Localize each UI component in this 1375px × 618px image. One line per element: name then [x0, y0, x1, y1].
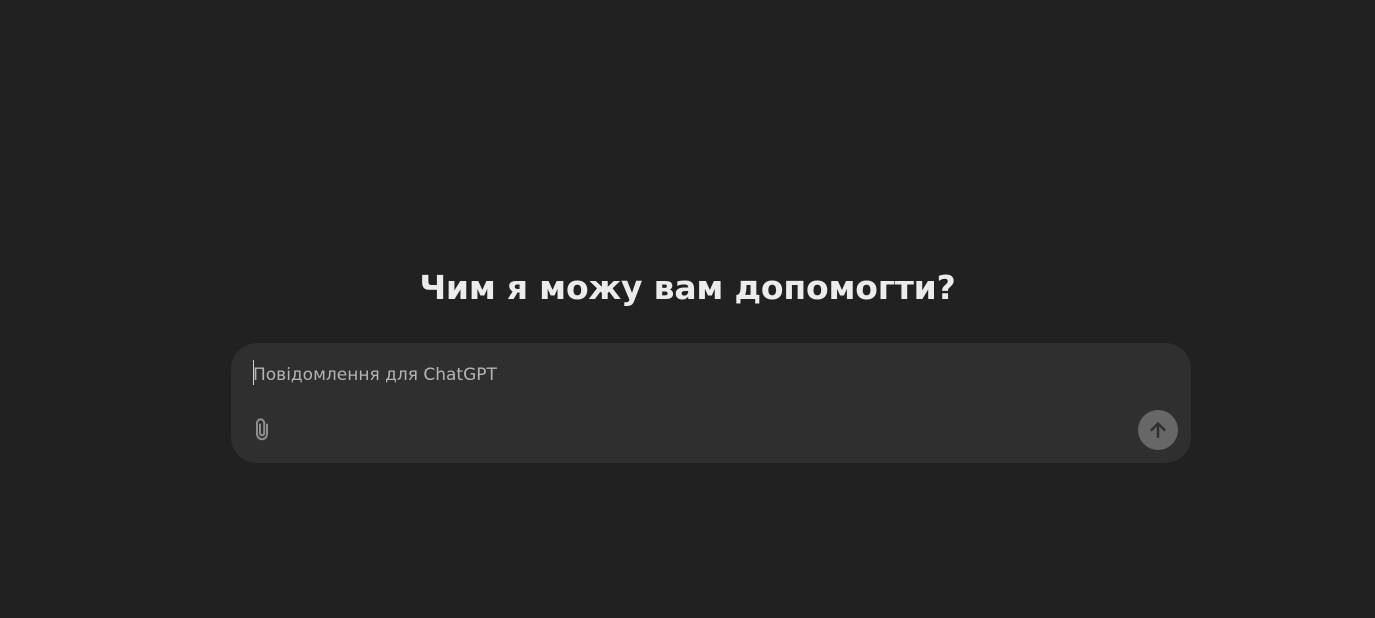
- chat-page: Чим я можу вам допомогти?: [0, 0, 1375, 618]
- paperclip-icon: [250, 416, 274, 442]
- message-input[interactable]: [253, 357, 1133, 393]
- message-composer: [231, 343, 1191, 463]
- text-cursor: [253, 360, 254, 385]
- page-title: Чим я можу вам допомогти?: [419, 268, 956, 307]
- send-button[interactable]: [1138, 410, 1178, 450]
- attach-file-button[interactable]: [246, 411, 278, 447]
- arrow-up-icon: [1147, 419, 1169, 441]
